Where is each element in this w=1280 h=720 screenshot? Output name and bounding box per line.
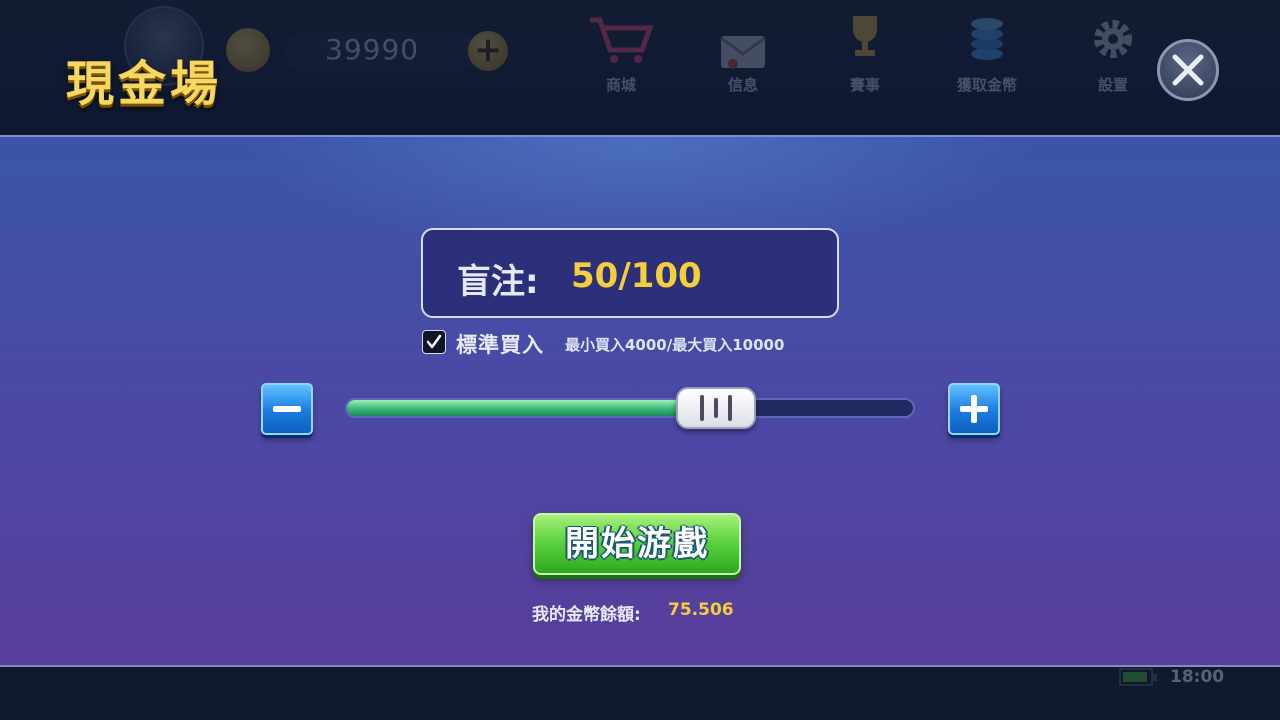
- blind-label: 盲注:: [457, 262, 539, 302]
- start-game-button[interactable]: 開始游戲: [533, 513, 741, 575]
- envelope-icon: [720, 36, 766, 69]
- top-bar: 39990 + 商城 信息 賽事 獲取金幣 設置 現金場: [0, 0, 1280, 135]
- standard-buyin-checkbox[interactable]: [422, 330, 446, 354]
- nav-label: 獲取金幣: [956, 76, 1017, 94]
- trophy-icon: [853, 16, 877, 56]
- nav-label: 賽事: [849, 76, 880, 94]
- buyin-range-label: 最小買入4000/最大買入10000: [565, 336, 785, 354]
- blind-display: 盲注: 50/100: [421, 228, 839, 318]
- nav-label: 商城: [605, 76, 636, 94]
- checkmark-icon: [426, 334, 442, 349]
- decrease-buyin-button[interactable]: [261, 383, 313, 435]
- nav-label: 信息: [727, 76, 758, 94]
- close-button[interactable]: [1157, 39, 1219, 101]
- buyin-slider-fill: [347, 400, 715, 416]
- nav-item-get-coins[interactable]: 獲取金幣: [932, 12, 1042, 102]
- blind-value: 50/100: [571, 256, 702, 296]
- bottom-bar: [0, 665, 1280, 720]
- nav-item-messages[interactable]: 信息: [688, 12, 798, 102]
- nav-item-settings[interactable]: 設置: [1058, 12, 1168, 102]
- battery-icon: [1119, 668, 1157, 686]
- coin-icon: [226, 28, 270, 72]
- chip-stack-icon: [971, 18, 1003, 60]
- balance-value: 75.506: [668, 600, 734, 620]
- close-icon: [1172, 54, 1204, 86]
- add-coins-button[interactable]: +: [468, 31, 508, 71]
- page-title: 現金場: [66, 56, 223, 112]
- nav-label: 設置: [1097, 76, 1128, 94]
- standard-buyin-label: 標準買入: [456, 333, 544, 357]
- shopping-cart-icon: [590, 17, 654, 63]
- nav-item-shop[interactable]: 商城: [566, 12, 676, 102]
- gear-icon: [1094, 20, 1132, 58]
- buyin-slider-track[interactable]: [345, 398, 915, 418]
- buyin-slider-thumb[interactable]: [675, 387, 756, 429]
- coin-balance-value: 39990: [325, 33, 420, 66]
- balance-label: 我的金幣餘額:: [532, 605, 641, 625]
- increase-buyin-button[interactable]: [948, 383, 1000, 435]
- nav-item-tournaments[interactable]: 賽事: [810, 12, 920, 102]
- clock: 18:00: [1170, 667, 1225, 687]
